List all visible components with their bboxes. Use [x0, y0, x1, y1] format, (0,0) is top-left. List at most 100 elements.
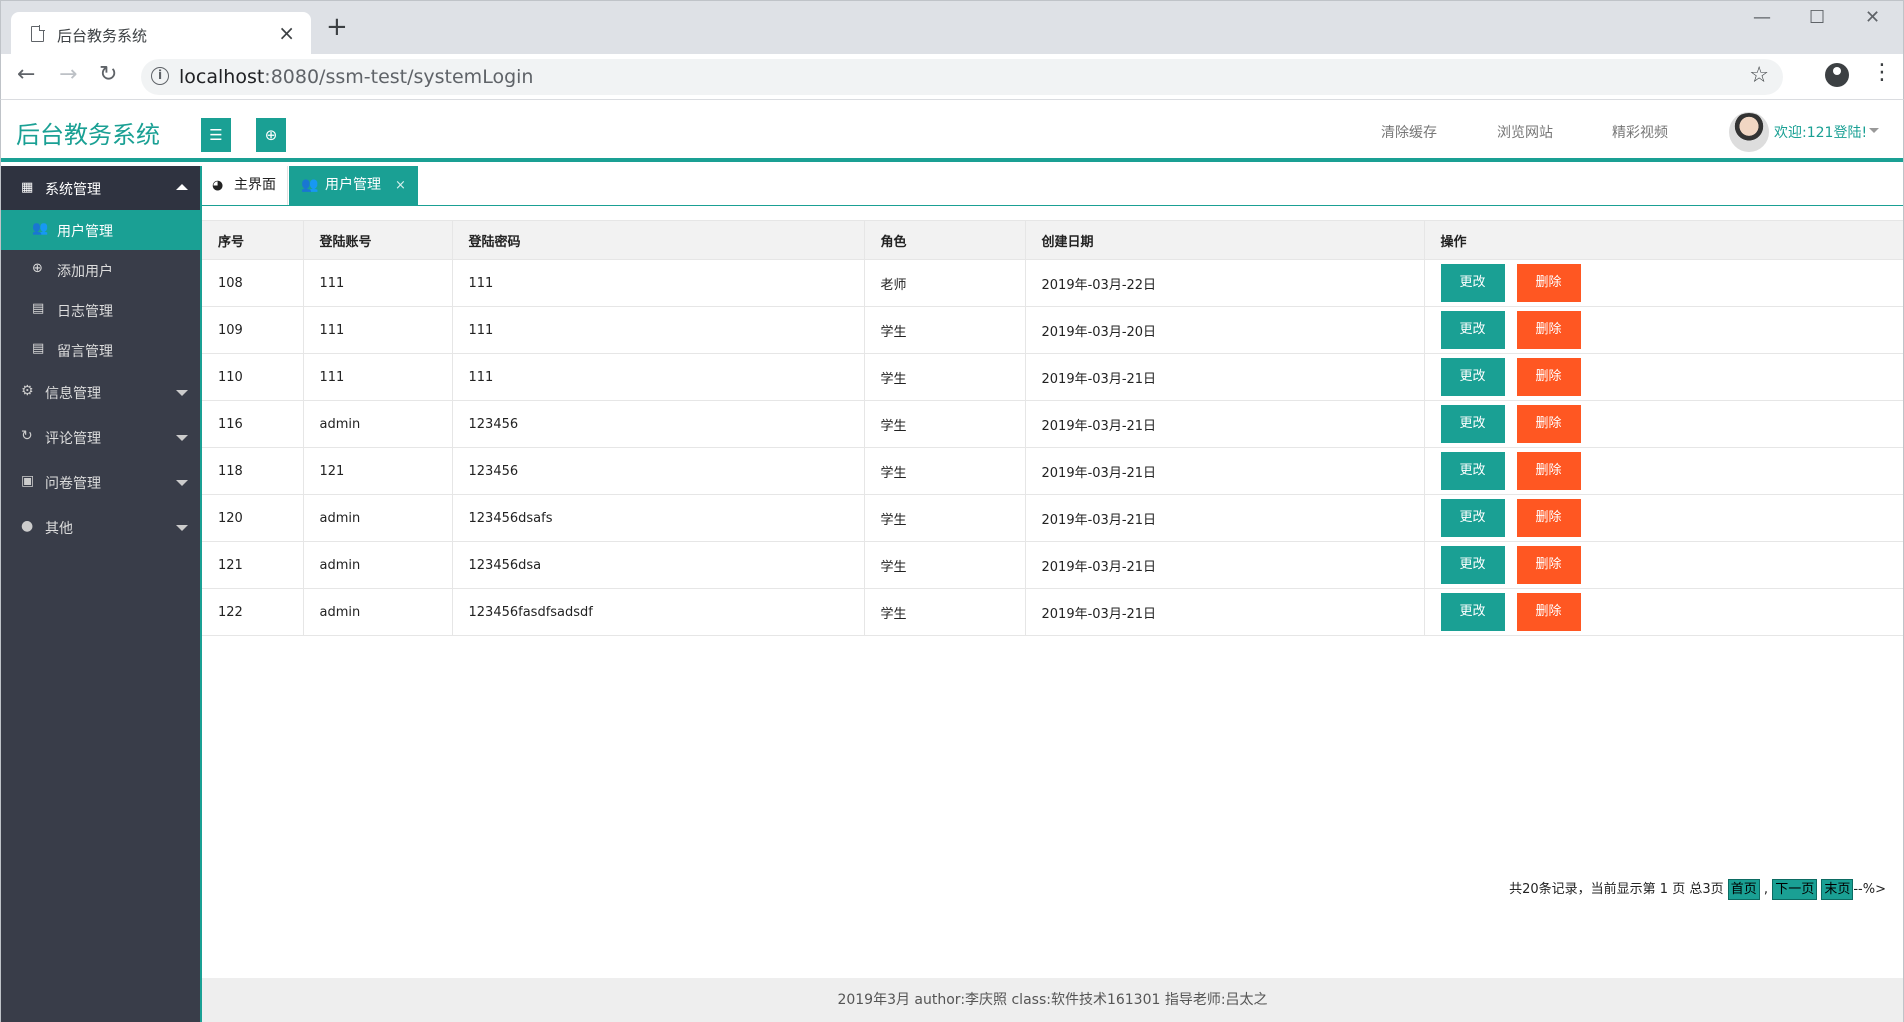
address-bar[interactable]: i localhost:8080/ssm-test/systemLogin ☆	[141, 59, 1783, 95]
sidebar-item-survey[interactable]: ▣ 问卷管理	[1, 460, 200, 505]
account-icon[interactable]	[1825, 63, 1849, 87]
chevron-down-icon[interactable]	[1869, 128, 1879, 133]
sidebar-item-user-management[interactable]: 👥 用户管理	[1, 210, 200, 250]
delete-button[interactable]: 删除	[1516, 264, 1581, 302]
chevron-down-icon	[176, 480, 188, 486]
delete-button[interactable]: 删除	[1516, 452, 1581, 490]
reload-icon[interactable]: ↻	[99, 62, 117, 87]
delete-button[interactable]: 删除	[1516, 358, 1581, 396]
sidebar-item-info[interactable]: ⚙ 信息管理	[1, 370, 200, 415]
table-row: 122 admin 123456fasdfsadsdf 学生 2019年-03月-21日…	[202, 588, 1903, 636]
tab-home[interactable]: ◕ 主界面	[202, 166, 288, 205]
cell-actions: 更改 删除	[1424, 306, 1903, 354]
sidebar: ▦ 系统管理 👥 用户管理 ⊕ 添加用户 ▤ 日志管理 ▤ 留言管理 ⚙ 信息管…	[1, 166, 202, 1022]
cell-account: 121	[303, 447, 453, 495]
refresh-icon: ↻	[21, 428, 33, 444]
sidebar-item-messages[interactable]: ▤ 留言管理	[1, 330, 200, 370]
delete-button[interactable]: 删除	[1516, 405, 1581, 443]
browser-tab[interactable]: 后台教务系统 ×	[11, 12, 311, 55]
cell-date: 2019年-03月-21日	[1025, 353, 1425, 401]
cell-date: 2019年-03月-20日	[1025, 306, 1425, 354]
edit-button[interactable]: 更改	[1440, 593, 1505, 631]
sidebar-item-label: 留言管理	[57, 344, 113, 360]
sidebar-group-system[interactable]: ▦ 系统管理	[1, 166, 200, 210]
delete-button[interactable]: 删除	[1516, 499, 1581, 537]
users-icon: 👥	[32, 221, 49, 236]
pagination: 共20条记录，当前显示第 1 页 总3页 首页 , 下一页 末页 --%>	[1509, 878, 1886, 900]
browse-site-link[interactable]: 浏览网站	[1497, 122, 1553, 142]
sidebar-item-label: 其他	[45, 521, 73, 537]
dashboard-icon: ◕	[212, 178, 224, 193]
edit-button[interactable]: 更改	[1440, 452, 1505, 490]
first-page-link[interactable]: 首页	[1727, 879, 1760, 900]
maximize-button[interactable]: ☐	[1809, 7, 1825, 28]
cell-password: 123456	[452, 447, 865, 495]
edit-button[interactable]: 更改	[1440, 358, 1505, 396]
next-page-link[interactable]: 下一页	[1772, 879, 1818, 900]
sidebar-item-label: 信息管理	[45, 386, 101, 402]
edit-button[interactable]: 更改	[1440, 311, 1505, 349]
cell-id: 116	[202, 400, 304, 448]
table-header-row: 序号 登陆账号 登陆密码 角色 创建日期 操作	[202, 220, 1903, 260]
table-row: 118 121 123456 学生 2019年-03月-21日 更改 删除	[202, 447, 1903, 495]
menu-toggle-button[interactable]: ☰	[201, 118, 231, 152]
cell-account: admin	[303, 541, 453, 589]
minimize-button[interactable]: —	[1753, 7, 1771, 28]
cell-id: 121	[202, 541, 304, 589]
sidebar-item-label: 评论管理	[45, 431, 101, 447]
info-icon[interactable]: i	[151, 67, 169, 85]
delete-button[interactable]: 删除	[1516, 546, 1581, 584]
footer-text: 2019年3月 author:李庆照 class:软件技术161301 指导老师…	[837, 992, 1268, 1008]
new-tab-button[interactable]: +	[326, 14, 348, 40]
cell-actions: 更改 删除	[1424, 541, 1903, 589]
sidebar-item-add-user[interactable]: ⊕ 添加用户	[1, 250, 200, 290]
welcome-text[interactable]: 欢迎:121登陆!	[1774, 122, 1867, 142]
globe-button[interactable]: ⊕	[256, 118, 286, 152]
close-tab-icon[interactable]: ×	[278, 21, 295, 45]
delete-button[interactable]: 删除	[1516, 593, 1581, 631]
cell-role: 学生	[864, 400, 1026, 448]
column-header: 创建日期	[1025, 220, 1425, 260]
clear-cache-link[interactable]: 清除缓存	[1381, 122, 1437, 142]
close-tab-icon[interactable]: ×	[395, 166, 406, 205]
edit-button[interactable]: 更改	[1440, 499, 1505, 537]
last-page-link[interactable]: 末页	[1821, 879, 1854, 900]
cell-role: 学生	[864, 353, 1026, 401]
sidebar-item-label: 问卷管理	[45, 476, 101, 492]
menu-kebab-icon[interactable]: ⋮	[1871, 62, 1893, 84]
back-icon[interactable]: ←	[17, 62, 35, 87]
cell-password: 123456dsafs	[452, 494, 865, 542]
edit-button[interactable]: 更改	[1440, 546, 1505, 584]
address-url[interactable]: localhost:8080/ssm-test/systemLogin	[179, 66, 533, 88]
table-row: 116 admin 123456 学生 2019年-03月-21日 更改 删除	[202, 400, 1903, 448]
sidebar-item-label: 添加用户	[57, 264, 113, 280]
sidebar-item-comments[interactable]: ↻ 评论管理	[1, 415, 200, 460]
circle-icon: ●	[21, 518, 34, 534]
cell-date: 2019年-03月-21日	[1025, 400, 1425, 448]
sidebar-item-logs[interactable]: ▤ 日志管理	[1, 290, 200, 330]
edit-button[interactable]: 更改	[1440, 405, 1505, 443]
cell-account: admin	[303, 588, 453, 636]
users-icon: 👥	[301, 177, 319, 193]
videos-link[interactable]: 精彩视频	[1612, 122, 1668, 142]
browser-tabstrip: 后台教务系统 × + — ☐ ✕	[0, 0, 1904, 55]
calendar-icon: ▦	[21, 180, 34, 195]
edit-button[interactable]: 更改	[1440, 264, 1505, 302]
chevron-down-icon	[176, 435, 188, 441]
cell-account: 111	[303, 259, 453, 307]
tab-user-management[interactable]: 👥 用户管理 ×	[289, 166, 418, 205]
delete-button[interactable]: 删除	[1516, 311, 1581, 349]
cell-role: 老师	[864, 259, 1026, 307]
avatar[interactable]	[1729, 112, 1769, 152]
cell-actions: 更改 删除	[1424, 259, 1903, 307]
forward-icon[interactable]: →	[59, 62, 77, 87]
page-tabbar: ◕ 主界面 👥 用户管理 ×	[202, 166, 1903, 206]
pagination-tail: --%>	[1853, 882, 1886, 897]
sidebar-item-other[interactable]: ● 其他	[1, 505, 200, 550]
cell-date: 2019年-03月-21日	[1025, 541, 1425, 589]
cell-date: 2019年-03月-21日	[1025, 494, 1425, 542]
cell-password: 123456	[452, 400, 865, 448]
bookmark-star-icon[interactable]: ☆	[1749, 63, 1769, 88]
document-icon: ▤	[32, 301, 45, 316]
close-window-button[interactable]: ✕	[1865, 7, 1880, 28]
